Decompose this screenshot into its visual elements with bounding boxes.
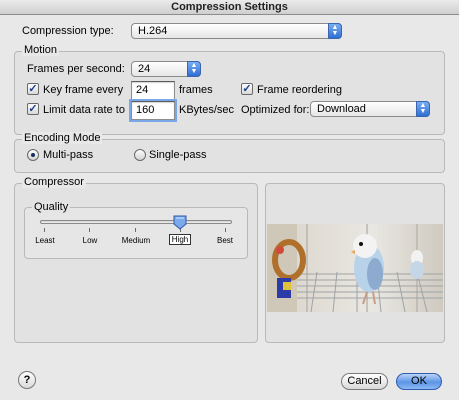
optimized-for-label: Optimized for:: [241, 104, 310, 116]
keyframe-units: frames: [179, 84, 213, 96]
limit-data-rate-checkbox[interactable]: ✓: [27, 103, 39, 115]
fps-popup[interactable]: 24 ▲ ▼: [131, 61, 201, 77]
popup-arrows-icon: ▲ ▼: [416, 101, 430, 117]
quality-tick: [135, 228, 136, 232]
compression-type-label: Compression type:: [22, 25, 114, 37]
quality-level-least: Least: [35, 236, 55, 245]
dialog-content: Compression type: H.264 ▲ ▼ Motion Frames…: [0, 15, 459, 400]
optimized-for-value: Download: [317, 103, 366, 115]
single-pass-radio[interactable]: [134, 149, 146, 161]
quality-tick: [89, 228, 90, 232]
single-pass-label: Single-pass: [149, 149, 207, 161]
quality-tick: [44, 228, 45, 232]
quality-slider-thumb[interactable]: [173, 215, 187, 230]
data-rate-units: KBytes/sec: [179, 104, 235, 116]
fps-label: Frames per second:: [27, 63, 125, 75]
multi-pass-radio[interactable]: [27, 149, 39, 161]
window-title: Compression Settings: [171, 1, 288, 13]
keyframe-label: Key frame every: [43, 84, 124, 96]
compressor-group-title: Compressor: [22, 176, 86, 188]
quality-level-best: Best: [216, 236, 233, 245]
compression-type-value: H.264: [138, 25, 168, 37]
quality-level-high: High: [169, 234, 191, 245]
popup-arrows-icon: ▲ ▼: [187, 61, 201, 77]
preview-panel: [265, 183, 445, 343]
motion-group-title: Motion: [22, 44, 60, 56]
quality-group-title: Quality: [32, 201, 71, 213]
ok-button[interactable]: OK: [396, 373, 442, 390]
preview-image: [267, 224, 443, 312]
compression-type-popup[interactable]: H.264 ▲ ▼: [131, 23, 342, 39]
popup-arrows-icon: ▲ ▼: [328, 23, 342, 39]
frame-reordering-checkbox[interactable]: ✓: [241, 83, 253, 95]
fps-value: 24: [138, 63, 151, 75]
keyframe-input[interactable]: 24: [131, 81, 175, 100]
limit-data-rate-label: Limit data rate to: [43, 104, 125, 116]
quality-group: [24, 207, 248, 259]
quality-level-low: Low: [82, 236, 98, 245]
keyframe-checkbox[interactable]: ✓: [27, 83, 39, 95]
help-button[interactable]: ?: [18, 371, 36, 389]
window-titlebar[interactable]: Compression Settings: [0, 0, 459, 15]
multi-pass-label: Multi-pass: [43, 149, 94, 161]
encoding-mode-title: Encoding Mode: [22, 132, 103, 144]
quality-tick: [225, 228, 226, 232]
cancel-button[interactable]: Cancel: [341, 373, 388, 390]
quality-level-medium: Medium: [121, 236, 151, 245]
data-rate-input[interactable]: 160: [131, 101, 175, 120]
optimized-for-popup[interactable]: Download ▲ ▼: [310, 101, 430, 117]
frame-reordering-label: Frame reordering: [257, 84, 342, 96]
quality-slider-track[interactable]: [40, 220, 232, 224]
